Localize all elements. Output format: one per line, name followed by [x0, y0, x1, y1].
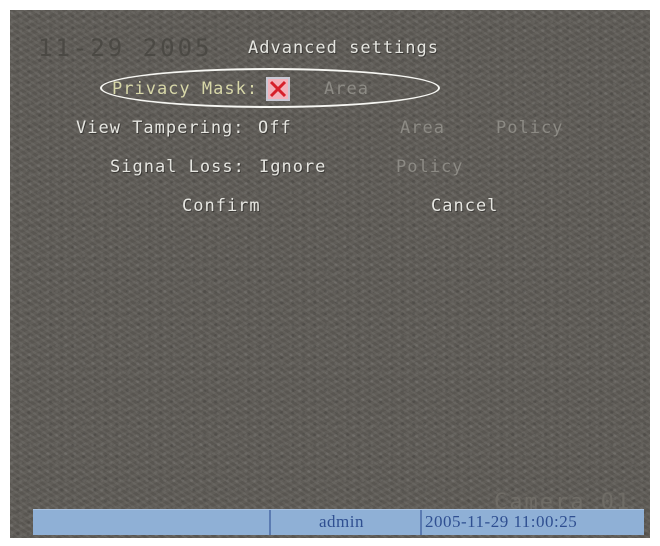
view-tampering-area-button[interactable]: Area [400, 118, 445, 138]
video-screen: 11-29 2005 Advanced settings Privacy Mas… [10, 10, 650, 538]
view-tampering-policy-button[interactable]: Policy [496, 118, 563, 138]
view-tampering-value[interactable]: Off [258, 118, 292, 138]
view-tampering-label: View Tampering: [76, 118, 245, 138]
status-user: admin [319, 512, 364, 531]
page-title: Advanced settings [248, 38, 439, 58]
signal-loss-label: Signal Loss: [110, 157, 245, 177]
signal-loss-value[interactable]: Ignore [259, 157, 326, 177]
status-divider [269, 510, 271, 535]
status-bar: admin 2005-11-29 11:00:25 [33, 509, 644, 535]
dvr-monitor-page: 11-29 2005 Advanced settings Privacy Mas… [0, 0, 660, 546]
privacy-mask-highlight-ellipse [100, 68, 440, 108]
confirm-button[interactable]: Confirm [182, 196, 261, 216]
ghost-date-overlay: 11-29 2005 [38, 34, 213, 62]
signal-loss-policy-button[interactable]: Policy [396, 157, 463, 177]
status-divider [420, 510, 422, 535]
status-datetime: 2005-11-29 11:00:25 [425, 512, 578, 531]
cancel-button[interactable]: Cancel [431, 196, 498, 216]
